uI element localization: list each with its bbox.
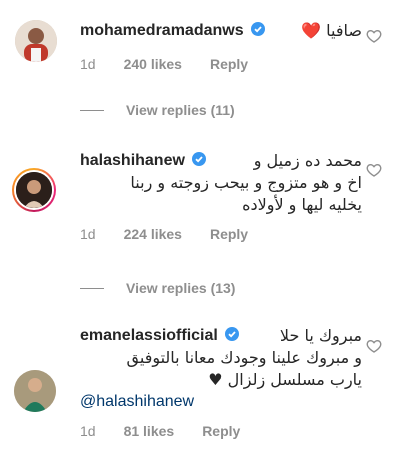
avatar-mohamedramadanws[interactable] xyxy=(15,20,57,62)
view-replies-button[interactable]: View replies (13) xyxy=(80,280,235,296)
heart-outline-icon[interactable] xyxy=(366,28,382,44)
view-replies-label: View replies (13) xyxy=(126,280,236,296)
comment-meta: 1d 240 likes Reply xyxy=(80,56,362,72)
comment-text-line-2: اخ و هو متزوج و بيحب زوجته و ربنا xyxy=(130,173,362,192)
mention-link[interactable]: @halashihanew xyxy=(80,391,362,413)
comment-meta: 1d 224 likes Reply xyxy=(80,226,362,242)
comment-time: 1d xyxy=(80,423,96,439)
comment-text: صافيا ❤️ xyxy=(301,21,362,40)
avatar-image xyxy=(14,170,54,210)
view-replies-label: View replies (11) xyxy=(126,102,235,118)
comment-meta: 1d 81 likes Reply xyxy=(80,423,362,439)
likes-count[interactable]: 81 likes xyxy=(124,423,175,439)
comment-header: halashihanew محمد ده زميل و xyxy=(80,150,362,172)
verified-badge-icon xyxy=(251,22,266,36)
likes-count[interactable]: 240 likes xyxy=(124,56,182,72)
replies-divider xyxy=(80,109,104,111)
comment-text-line-3: يخليه ليها و لأولاده xyxy=(242,195,362,214)
heart-outline-icon[interactable] xyxy=(366,338,382,354)
avatar-emanelassiofficial[interactable] xyxy=(14,370,56,412)
comment-time: 1d xyxy=(80,226,96,242)
reply-button[interactable]: Reply xyxy=(210,56,248,72)
reply-button[interactable]: Reply xyxy=(210,226,248,242)
username[interactable]: halashihanew xyxy=(80,152,185,169)
comment-text-line-3: يارب مسلسل زلزال ♥ xyxy=(208,370,362,389)
verified-badge-icon xyxy=(225,327,240,341)
comment-body: halashihanew محمد ده زميل و اخ و هو متزو… xyxy=(80,150,362,242)
view-replies-button[interactable]: View replies (11) xyxy=(80,102,235,118)
avatar-halashihanew[interactable] xyxy=(12,168,56,212)
comment-text-line-1: مبروك يا حلا xyxy=(279,326,362,345)
comment-text-line-1: محمد ده زميل و xyxy=(253,151,362,170)
comment-text-line-2: و مبروك علينا وجودك معانا بالتوفيق xyxy=(126,348,362,367)
comment-body: mohamedramadanws صافيا ❤️ 1d 240 likes R… xyxy=(80,20,362,72)
username[interactable]: mohamedramadanws xyxy=(80,22,244,39)
heart-outline-icon[interactable] xyxy=(366,162,382,178)
comment-body: emanelassiofficial مبروك يا حلا و مبروك … xyxy=(80,325,362,439)
replies-divider xyxy=(80,287,104,289)
comment-header: mohamedramadanws صافيا ❤️ xyxy=(80,20,362,42)
reply-button[interactable]: Reply xyxy=(202,423,240,439)
verified-badge-icon xyxy=(192,152,207,166)
avatar-image xyxy=(15,20,57,62)
username[interactable]: emanelassiofficial xyxy=(80,327,218,344)
comment-time: 1d xyxy=(80,56,96,72)
comment-header: emanelassiofficial مبروك يا حلا xyxy=(80,325,362,347)
avatar-image xyxy=(14,370,56,412)
likes-count[interactable]: 224 likes xyxy=(124,226,182,242)
